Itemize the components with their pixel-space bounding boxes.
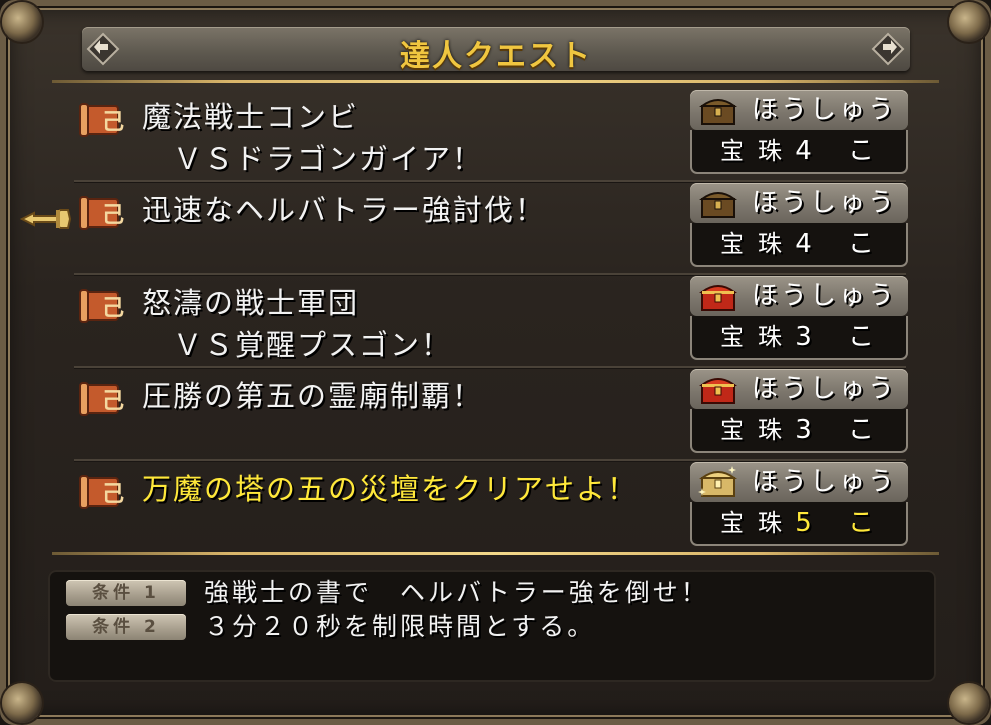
wooden-chest-icon [698,92,738,128]
reward-box: ほうしゅう 宝珠 3 こ [690,369,908,453]
row-divider [74,180,906,182]
reward-box: ほうしゅう 宝珠 3 こ [690,276,908,360]
reward-item: 宝珠 [720,416,796,444]
reward-label: ほうしゅう [752,95,898,125]
red-chest-icon [698,278,738,314]
reward-item: 宝珠 [720,230,796,258]
scroll-icon: 己 [78,195,124,231]
next-page-arrow-icon[interactable] [871,32,905,66]
quest-name: 魔法戦士コンビ ＶＳドラゴンガイア！ [142,100,484,176]
quest-list: 己 魔法戦士コンビ ＶＳドラゴンガイア！ ほうしゅう 宝珠 4 こ 己 迅速なヘル… [64,90,926,546]
reward-label: ほうしゅう [752,281,898,311]
reward-label: ほうしゅう [752,374,898,404]
prev-page-arrow-icon[interactable] [86,32,120,66]
reward-box: ほうしゅう 宝珠 4 こ [690,90,908,174]
page-title: 達人クエスト [400,39,592,74]
conditions-panel: 条件 1 強戦士の書で ヘルバトラー強を倒せ！ 条件 2 ３分２０秒を制限時間と… [48,570,936,682]
quest-row[interactable]: 己 万魔の塔の五の災壇をクリアせよ！ ほうしゅう 宝珠 5 こ [64,462,926,554]
row-divider [74,459,906,461]
row-divider [74,366,906,368]
scroll-icon: 己 [78,381,124,417]
reward-box: ほうしゅう 宝珠 5 こ [690,462,908,546]
red-chest-icon [698,371,738,407]
wooden-chest-icon [698,185,738,221]
corner-ornament [2,683,42,723]
reward-count: 4 こ [795,136,888,166]
svg-text:己: 己 [102,481,124,507]
svg-text:己: 己 [102,202,124,228]
reward-item: 宝珠 [720,323,796,351]
quest-name: 怒濤の戦士軍団 ＶＳ覚醒プスゴン！ [142,286,453,362]
reward-count: 5 こ [795,508,888,538]
quest-row[interactable]: 己 迅速なヘルバトラー強討伐！ ほうしゅう 宝珠 4 こ [64,183,926,275]
reward-item: 宝珠 [720,509,796,537]
reward-count: 3 こ [795,322,888,352]
quest-name: 迅速なヘルバトラー強討伐！ [142,193,546,227]
condition-tag: 条件 1 [66,580,186,606]
svg-text:己: 己 [102,109,124,135]
corner-ornament [949,683,989,723]
reward-count: 3 こ [795,415,888,445]
reward-label: ほうしゅう [752,467,898,497]
quest-row[interactable]: 己 魔法戦士コンビ ＶＳドラゴンガイア！ ほうしゅう 宝珠 4 こ [64,90,926,182]
quest-row[interactable]: 己 怒濤の戦士軍団 ＶＳ覚醒プスゴン！ ほうしゅう 宝珠 3 こ [64,276,926,368]
svg-text:己: 己 [102,388,124,414]
svg-text:己: 己 [102,295,124,321]
reward-box: ほうしゅう 宝珠 4 こ [690,183,908,267]
scroll-icon: 己 [78,102,124,138]
scroll-icon: 己 [78,474,124,510]
condition-text: ３分２０秒を制限時間とする。 [204,612,596,641]
gold-chest-icon [698,464,738,500]
scroll-icon: 己 [78,288,124,324]
quest-row[interactable]: 己 圧勝の第五の霊廟制覇！ ほうしゅう 宝珠 3 こ [64,369,926,461]
quest-name: 万魔の塔の五の災壇をクリアせよ！ [142,472,639,506]
reward-item: 宝珠 [720,137,796,165]
reward-label: ほうしゅう [752,188,898,218]
row-divider [74,273,906,275]
divider [52,80,939,83]
reward-count: 4 こ [795,229,888,259]
corner-ornament [2,2,42,42]
corner-ornament [949,2,989,42]
quest-name: 圧勝の第五の霊廟制覇！ [142,379,484,413]
condition-text: 強戦士の書で ヘルバトラー強を倒せ！ [204,578,709,607]
title-bar: 達人クエスト [82,27,910,74]
condition-tag: 条件 2 [66,614,186,640]
